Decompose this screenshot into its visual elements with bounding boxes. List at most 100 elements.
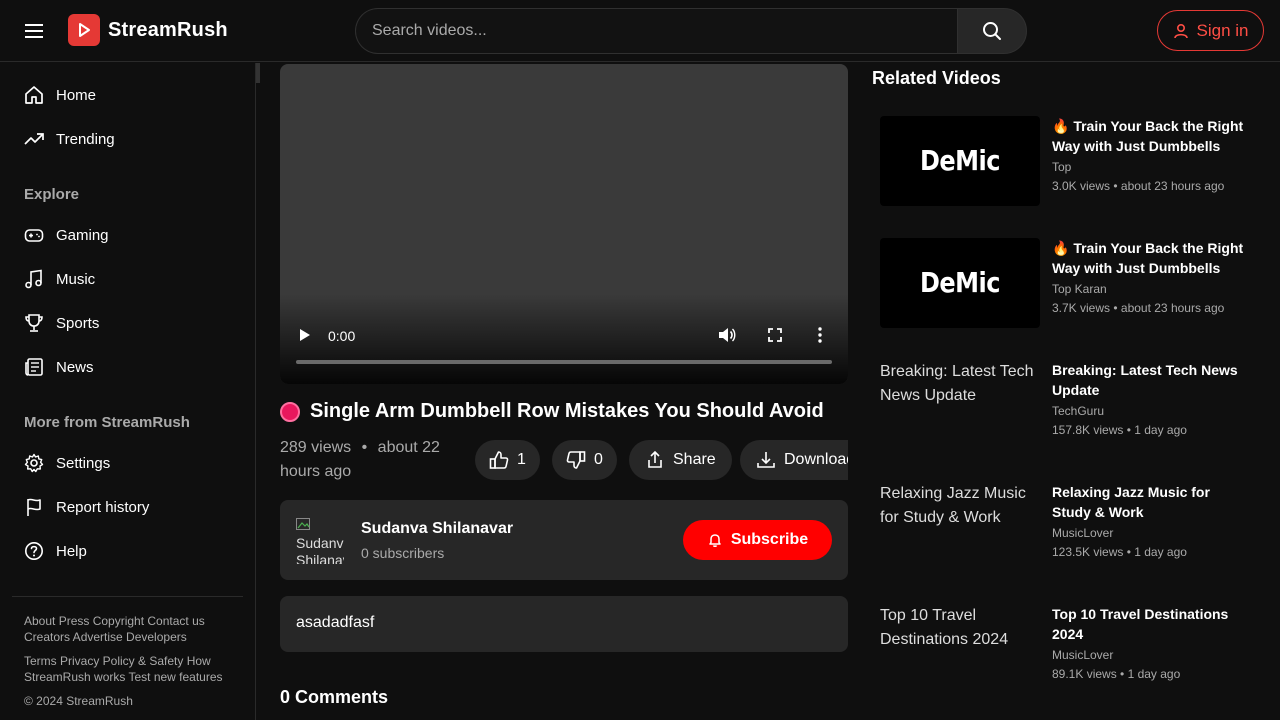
related-video-item[interactable]: DeMic 🔥 Train Your Back the Right Way wi… bbox=[880, 116, 1260, 216]
copyright: © 2024 StreamRush bbox=[24, 694, 133, 708]
related-thumbnail[interactable]: DeMic bbox=[880, 116, 1040, 206]
user-icon bbox=[1173, 23, 1188, 38]
view-count: 289 views bbox=[280, 439, 352, 456]
comments-heading: 0 Comments bbox=[280, 687, 389, 707]
sidebar-item-label: Gaming bbox=[56, 226, 109, 244]
video-meta: 289 views • about 22 hours ago bbox=[280, 436, 460, 484]
related-video-item[interactable]: DeMic 🔥 Train Your Back the Right Way wi… bbox=[880, 238, 1260, 338]
meta-separator: • bbox=[361, 439, 368, 456]
newspaper-icon bbox=[25, 358, 43, 376]
volume-icon bbox=[719, 328, 736, 342]
sidebar-item-settings[interactable]: Settings bbox=[12, 443, 242, 483]
sidebar-item-help[interactable]: Help bbox=[12, 531, 242, 571]
footer-links-secondary[interactable]: Terms Privacy Policy & Safety How Stream… bbox=[24, 653, 239, 685]
sidebar-item-music[interactable]: Music bbox=[12, 259, 242, 299]
sidebar-item-label: Sports bbox=[56, 314, 100, 332]
sidebar-item-label: News bbox=[56, 358, 94, 376]
thumbs-up-icon bbox=[489, 451, 509, 469]
description-box[interactable]: asadadfasf bbox=[280, 596, 848, 652]
sidebar-item-report-history[interactable]: Report history bbox=[12, 487, 242, 527]
related-video-item[interactable]: Breaking: Latest Tech News Update Breaki… bbox=[880, 360, 1260, 460]
download-button[interactable]: Download bbox=[740, 440, 848, 480]
broken-image-icon bbox=[296, 518, 310, 530]
sign-in-label: Sign in bbox=[1196, 20, 1249, 40]
sidebar-item-trending[interactable]: Trending bbox=[12, 119, 242, 159]
download-label: Download bbox=[784, 451, 848, 468]
related-thumbnail[interactable]: Breaking: Latest Tech News Update bbox=[880, 360, 1040, 450]
related-title[interactable]: 🔥 Train Your Back the Right Way with Jus… bbox=[1052, 116, 1252, 156]
thumbnail-alt-text: Breaking: Latest Tech News Update bbox=[880, 363, 1034, 404]
subscribe-button[interactable]: Subscribe bbox=[683, 520, 832, 560]
sidebar-item-label: Home bbox=[56, 86, 97, 104]
sidebar-item-news[interactable]: News bbox=[12, 347, 242, 387]
search-icon bbox=[983, 22, 1001, 40]
video-player[interactable]: 0:00 bbox=[280, 64, 848, 384]
more-section-title: More from StreamRush bbox=[24, 414, 190, 431]
more-vertical-icon bbox=[818, 327, 822, 343]
sidebar-item-gaming[interactable]: Gaming bbox=[12, 215, 242, 255]
related-thumbnail[interactable]: Top 10 Travel Destinations 2024 bbox=[880, 604, 1040, 694]
channel-card: Sudanva Shilanavar Sudanva Shilanavar 0 … bbox=[280, 500, 848, 580]
thumbnail-logo: DeMic bbox=[919, 144, 1001, 178]
sidebar-item-sports[interactable]: Sports bbox=[12, 303, 242, 343]
search-bar bbox=[355, 8, 1027, 54]
related-video-item[interactable]: Top 10 Travel Destinations 2024 Top 10 T… bbox=[880, 604, 1260, 704]
download-icon bbox=[757, 452, 775, 468]
thumbnail-alt-text: Top 10 Travel Destinations 2024 bbox=[880, 607, 1009, 648]
related-meta: 157.8K views • 1 day ago bbox=[1052, 423, 1187, 437]
related-title[interactable]: Top 10 Travel Destinations 2024 bbox=[1052, 604, 1252, 644]
related-meta: 89.1K views • 1 day ago bbox=[1052, 667, 1181, 681]
thumbnail-alt-text: Relaxing Jazz Music for Study & Work bbox=[880, 485, 1026, 526]
channel-name[interactable]: Sudanva Shilanavar bbox=[361, 520, 513, 538]
channel-avatar-alt: Sudanva Shilanavar bbox=[296, 535, 344, 564]
logo[interactable]: StreamRush bbox=[68, 14, 228, 46]
related-thumbnail[interactable]: Relaxing Jazz Music for Study & Work bbox=[880, 482, 1040, 572]
play-logo-icon bbox=[68, 14, 100, 46]
sidebar-item-home[interactable]: Home bbox=[12, 75, 242, 115]
trending-icon bbox=[24, 133, 44, 145]
gamepad-icon bbox=[24, 229, 44, 242]
related-meta: 3.7K views • about 23 hours ago bbox=[1052, 301, 1225, 315]
share-button[interactable]: Share bbox=[629, 440, 732, 480]
thumbs-down-icon bbox=[566, 451, 586, 469]
player-controls-bar bbox=[280, 294, 848, 384]
footer-links-primary[interactable]: About Press Copyright Contact us Creator… bbox=[24, 613, 239, 645]
related-channel: TechGuru bbox=[1052, 404, 1105, 418]
related-meta: 123.5K views • 1 day ago bbox=[1052, 545, 1187, 559]
sidebar-item-label: Report history bbox=[56, 498, 150, 516]
related-title[interactable]: Breaking: Latest Tech News Update bbox=[1052, 360, 1252, 400]
fullscreen-button[interactable] bbox=[766, 326, 784, 344]
search-button[interactable] bbox=[957, 8, 1027, 54]
video-title: Single Arm Dumbbell Row Mistakes You Sho… bbox=[310, 400, 824, 422]
progress-bar[interactable] bbox=[296, 360, 832, 364]
share-icon bbox=[648, 450, 662, 468]
related-title[interactable]: Relaxing Jazz Music for Study & Work bbox=[1052, 482, 1252, 522]
hamburger-icon bbox=[25, 24, 43, 38]
volume-button[interactable] bbox=[716, 326, 738, 344]
search-input[interactable] bbox=[355, 8, 957, 54]
channel-avatar[interactable]: Sudanva Shilanavar bbox=[296, 518, 344, 564]
trophy-icon bbox=[25, 314, 43, 332]
sidebar-item-label: Settings bbox=[56, 454, 111, 472]
dislike-button[interactable]: 0 bbox=[552, 440, 617, 480]
music-icon bbox=[25, 269, 42, 289]
related-channel: Top Karan bbox=[1052, 282, 1107, 296]
sidebar-item-label: Help bbox=[56, 542, 87, 560]
related-title[interactable]: 🔥 Train Your Back the Right Way with Jus… bbox=[1052, 238, 1252, 278]
play-button[interactable] bbox=[296, 326, 314, 344]
more-options-button[interactable] bbox=[814, 326, 826, 344]
sidebar-divider bbox=[12, 596, 243, 597]
sign-in-button[interactable]: Sign in bbox=[1157, 10, 1264, 51]
like-count: 1 bbox=[517, 451, 526, 468]
related-channel: Top bbox=[1052, 160, 1072, 174]
explore-section-title: Explore bbox=[24, 186, 80, 203]
related-channel: MusicLover bbox=[1052, 526, 1114, 540]
bell-icon bbox=[709, 534, 721, 547]
record-dot-icon bbox=[280, 401, 300, 422]
like-button[interactable]: 1 bbox=[475, 440, 540, 480]
related-thumbnail[interactable]: DeMic bbox=[880, 238, 1040, 328]
help-icon bbox=[25, 542, 43, 560]
related-video-item[interactable]: Relaxing Jazz Music for Study & Work Rel… bbox=[880, 482, 1260, 582]
menu-button[interactable] bbox=[22, 20, 46, 42]
time-display: 0:00 bbox=[328, 328, 356, 344]
